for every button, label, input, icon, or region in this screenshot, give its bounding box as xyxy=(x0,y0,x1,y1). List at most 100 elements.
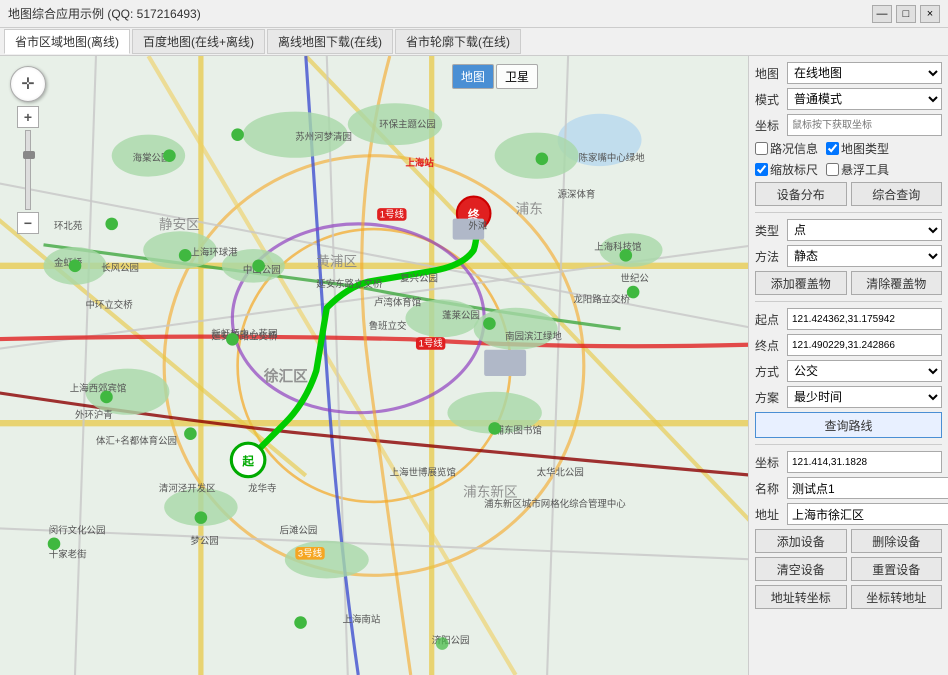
plan-label: 方案 xyxy=(755,389,783,406)
svg-text:上海科技馆: 上海科技馆 xyxy=(594,241,641,253)
map-navigation: ✛ + − xyxy=(10,66,46,234)
coord-to-addr-button[interactable]: 坐标转地址 xyxy=(851,585,943,609)
geocode-row: 地址转坐标 坐标转地址 xyxy=(755,585,942,609)
close-button[interactable]: × xyxy=(920,5,940,23)
svg-text:环北苑: 环北苑 xyxy=(54,220,83,232)
end-row: 终点 xyxy=(755,334,942,356)
addr-to-coord-button[interactable]: 地址转坐标 xyxy=(755,585,847,609)
zoom-scale-label: 缩放标尺 xyxy=(770,161,818,178)
road-info-label: 路况信息 xyxy=(770,140,818,157)
svg-text:外环沪青: 外环沪青 xyxy=(75,409,113,421)
plan-select[interactable]: 最少时间 最少换乘 最少步行 xyxy=(787,386,942,408)
reset-device-button[interactable]: 重置设备 xyxy=(851,557,943,581)
map-area[interactable]: 起 终 静安区 xyxy=(0,56,748,675)
svg-text:体汇+名都体育公园: 体汇+名都体育公园 xyxy=(96,435,177,447)
query-route-button[interactable]: 查询路线 xyxy=(755,412,942,438)
mode-selector-row: 模式 普通模式 卫星模式 混合模式 xyxy=(755,88,942,110)
name-input[interactable] xyxy=(787,477,948,499)
maptype-checkbox[interactable]: 地图类型 xyxy=(826,140,889,157)
svg-text:清河泾开发区: 清河泾开发区 xyxy=(159,482,216,494)
checkbox-row-2: 缩放标尺 悬浮工具 xyxy=(755,161,942,178)
start-input[interactable] xyxy=(787,308,942,330)
minimize-button[interactable]: — xyxy=(872,5,892,23)
tab-baidu-map[interactable]: 百度地图(在线+离线) xyxy=(132,29,265,54)
divider-1 xyxy=(755,212,942,213)
zoom-controls: + − xyxy=(10,106,46,234)
menu-bar: 省市区域地图(离线) 百度地图(在线+离线) 离线地图下载(在线) 省市轮廓下载… xyxy=(0,28,948,56)
overlay-btn-row: 添加覆盖物 清除覆盖物 xyxy=(755,271,942,295)
svg-text:复兴公园: 复兴公园 xyxy=(400,273,438,285)
mode-select[interactable]: 普通模式 卫星模式 混合模式 xyxy=(787,88,942,110)
end-label: 终点 xyxy=(755,337,783,354)
transport-select[interactable]: 公交 驾车 步行 xyxy=(787,360,942,382)
coord-row: 坐标 xyxy=(755,114,942,136)
svg-text:龙华寺: 龙华寺 xyxy=(248,482,276,494)
type-label: 类型 xyxy=(755,222,783,239)
svg-text:延安东路立交桥: 延安东路立交桥 xyxy=(316,278,383,290)
method-label: 方法 xyxy=(755,248,783,265)
tab-offline-download[interactable]: 离线地图下载(在线) xyxy=(267,29,393,54)
map-select[interactable]: 在线地图 离线地图 xyxy=(787,62,942,84)
svg-text:徐汇区: 徐汇区 xyxy=(263,367,308,385)
checkbox-row-1: 路况信息 地图类型 xyxy=(755,140,942,157)
device-distribution-button[interactable]: 设备分布 xyxy=(755,182,847,206)
float-tool-checkbox[interactable]: 悬浮工具 xyxy=(826,161,889,178)
type-row: 类型 点 线 面 xyxy=(755,219,942,241)
svg-text:浦东新区: 浦东新区 xyxy=(463,485,518,500)
right-panel: 地图 在线地图 离线地图 模式 普通模式 卫星模式 混合模式 坐标 路况信息 xyxy=(748,56,948,675)
add-overlay-button[interactable]: 添加覆盖物 xyxy=(755,271,847,295)
method-row: 方法 静态 动态 xyxy=(755,245,942,267)
road-info-checkbox[interactable]: 路况信息 xyxy=(755,140,818,157)
zoom-out-button[interactable]: − xyxy=(17,212,39,234)
coord-value-row: 坐标 xyxy=(755,451,942,473)
compass-button[interactable]: ✛ xyxy=(10,66,46,102)
composite-query-button[interactable]: 综合查询 xyxy=(851,182,943,206)
tab-offline-region[interactable]: 省市区域地图(离线) xyxy=(4,29,130,54)
svg-text:黄浦区: 黄浦区 xyxy=(316,254,357,269)
type-select[interactable]: 点 线 面 xyxy=(787,219,942,241)
divider-3 xyxy=(755,444,942,445)
start-row: 起点 xyxy=(755,308,942,330)
svg-text:外滩: 外滩 xyxy=(468,220,487,232)
transport-label: 方式 xyxy=(755,363,783,380)
svg-text:3号线: 3号线 xyxy=(298,547,323,559)
method-select[interactable]: 静态 动态 xyxy=(787,245,942,267)
zoom-scale-checkbox[interactable]: 缩放标尺 xyxy=(755,161,818,178)
zoom-slider[interactable] xyxy=(25,130,31,210)
clear-overlay-button[interactable]: 清除覆盖物 xyxy=(851,271,943,295)
map-view-button[interactable]: 地图 xyxy=(452,64,494,89)
svg-text:环保主题公园: 环保主题公园 xyxy=(379,118,436,130)
zoom-handle[interactable] xyxy=(23,151,35,159)
mode-label: 模式 xyxy=(755,91,783,108)
coord-label: 坐标 xyxy=(755,117,783,134)
coord-value-input[interactable] xyxy=(787,451,942,473)
coord-value-label: 坐标 xyxy=(755,454,783,471)
svg-text:世纪公: 世纪公 xyxy=(621,273,650,285)
tab-outline-download[interactable]: 省市轮廓下载(在线) xyxy=(395,29,521,54)
divider-2 xyxy=(755,301,942,302)
svg-text:源深体育: 源深体育 xyxy=(558,189,596,201)
svg-text:十家老街: 十家老街 xyxy=(49,548,87,560)
del-device-button[interactable]: 删除设备 xyxy=(851,529,943,553)
maximize-button[interactable]: □ xyxy=(896,5,916,23)
svg-text:新虹桥中心花园: 新虹桥中心花园 xyxy=(211,328,277,340)
coord-input[interactable] xyxy=(787,114,942,136)
svg-text:陈家嘴中心绿地: 陈家嘴中心绿地 xyxy=(579,152,646,164)
window-title: 地图综合应用示例 (QQ: 517216493) xyxy=(8,5,201,22)
svg-text:上海南站: 上海南站 xyxy=(343,614,381,626)
window-controls: — □ × xyxy=(872,5,940,23)
end-input[interactable] xyxy=(787,334,942,356)
svg-text:静安区: 静安区 xyxy=(159,217,200,232)
svg-text:起: 起 xyxy=(241,454,254,468)
add-device-button[interactable]: 添加设备 xyxy=(755,529,847,553)
name-row: 名称 xyxy=(755,477,942,499)
clear-device-button[interactable]: 清空设备 xyxy=(755,557,847,581)
map-label: 地图 xyxy=(755,65,783,82)
map-svg: 起 终 静安区 xyxy=(0,56,748,675)
address-input[interactable] xyxy=(787,503,948,525)
main-layout: 起 终 静安区 xyxy=(0,56,948,675)
name-label: 名称 xyxy=(755,480,783,497)
zoom-in-button[interactable]: + xyxy=(17,106,39,128)
satellite-view-button[interactable]: 卫星 xyxy=(496,64,538,89)
svg-text:1号线: 1号线 xyxy=(419,338,444,350)
